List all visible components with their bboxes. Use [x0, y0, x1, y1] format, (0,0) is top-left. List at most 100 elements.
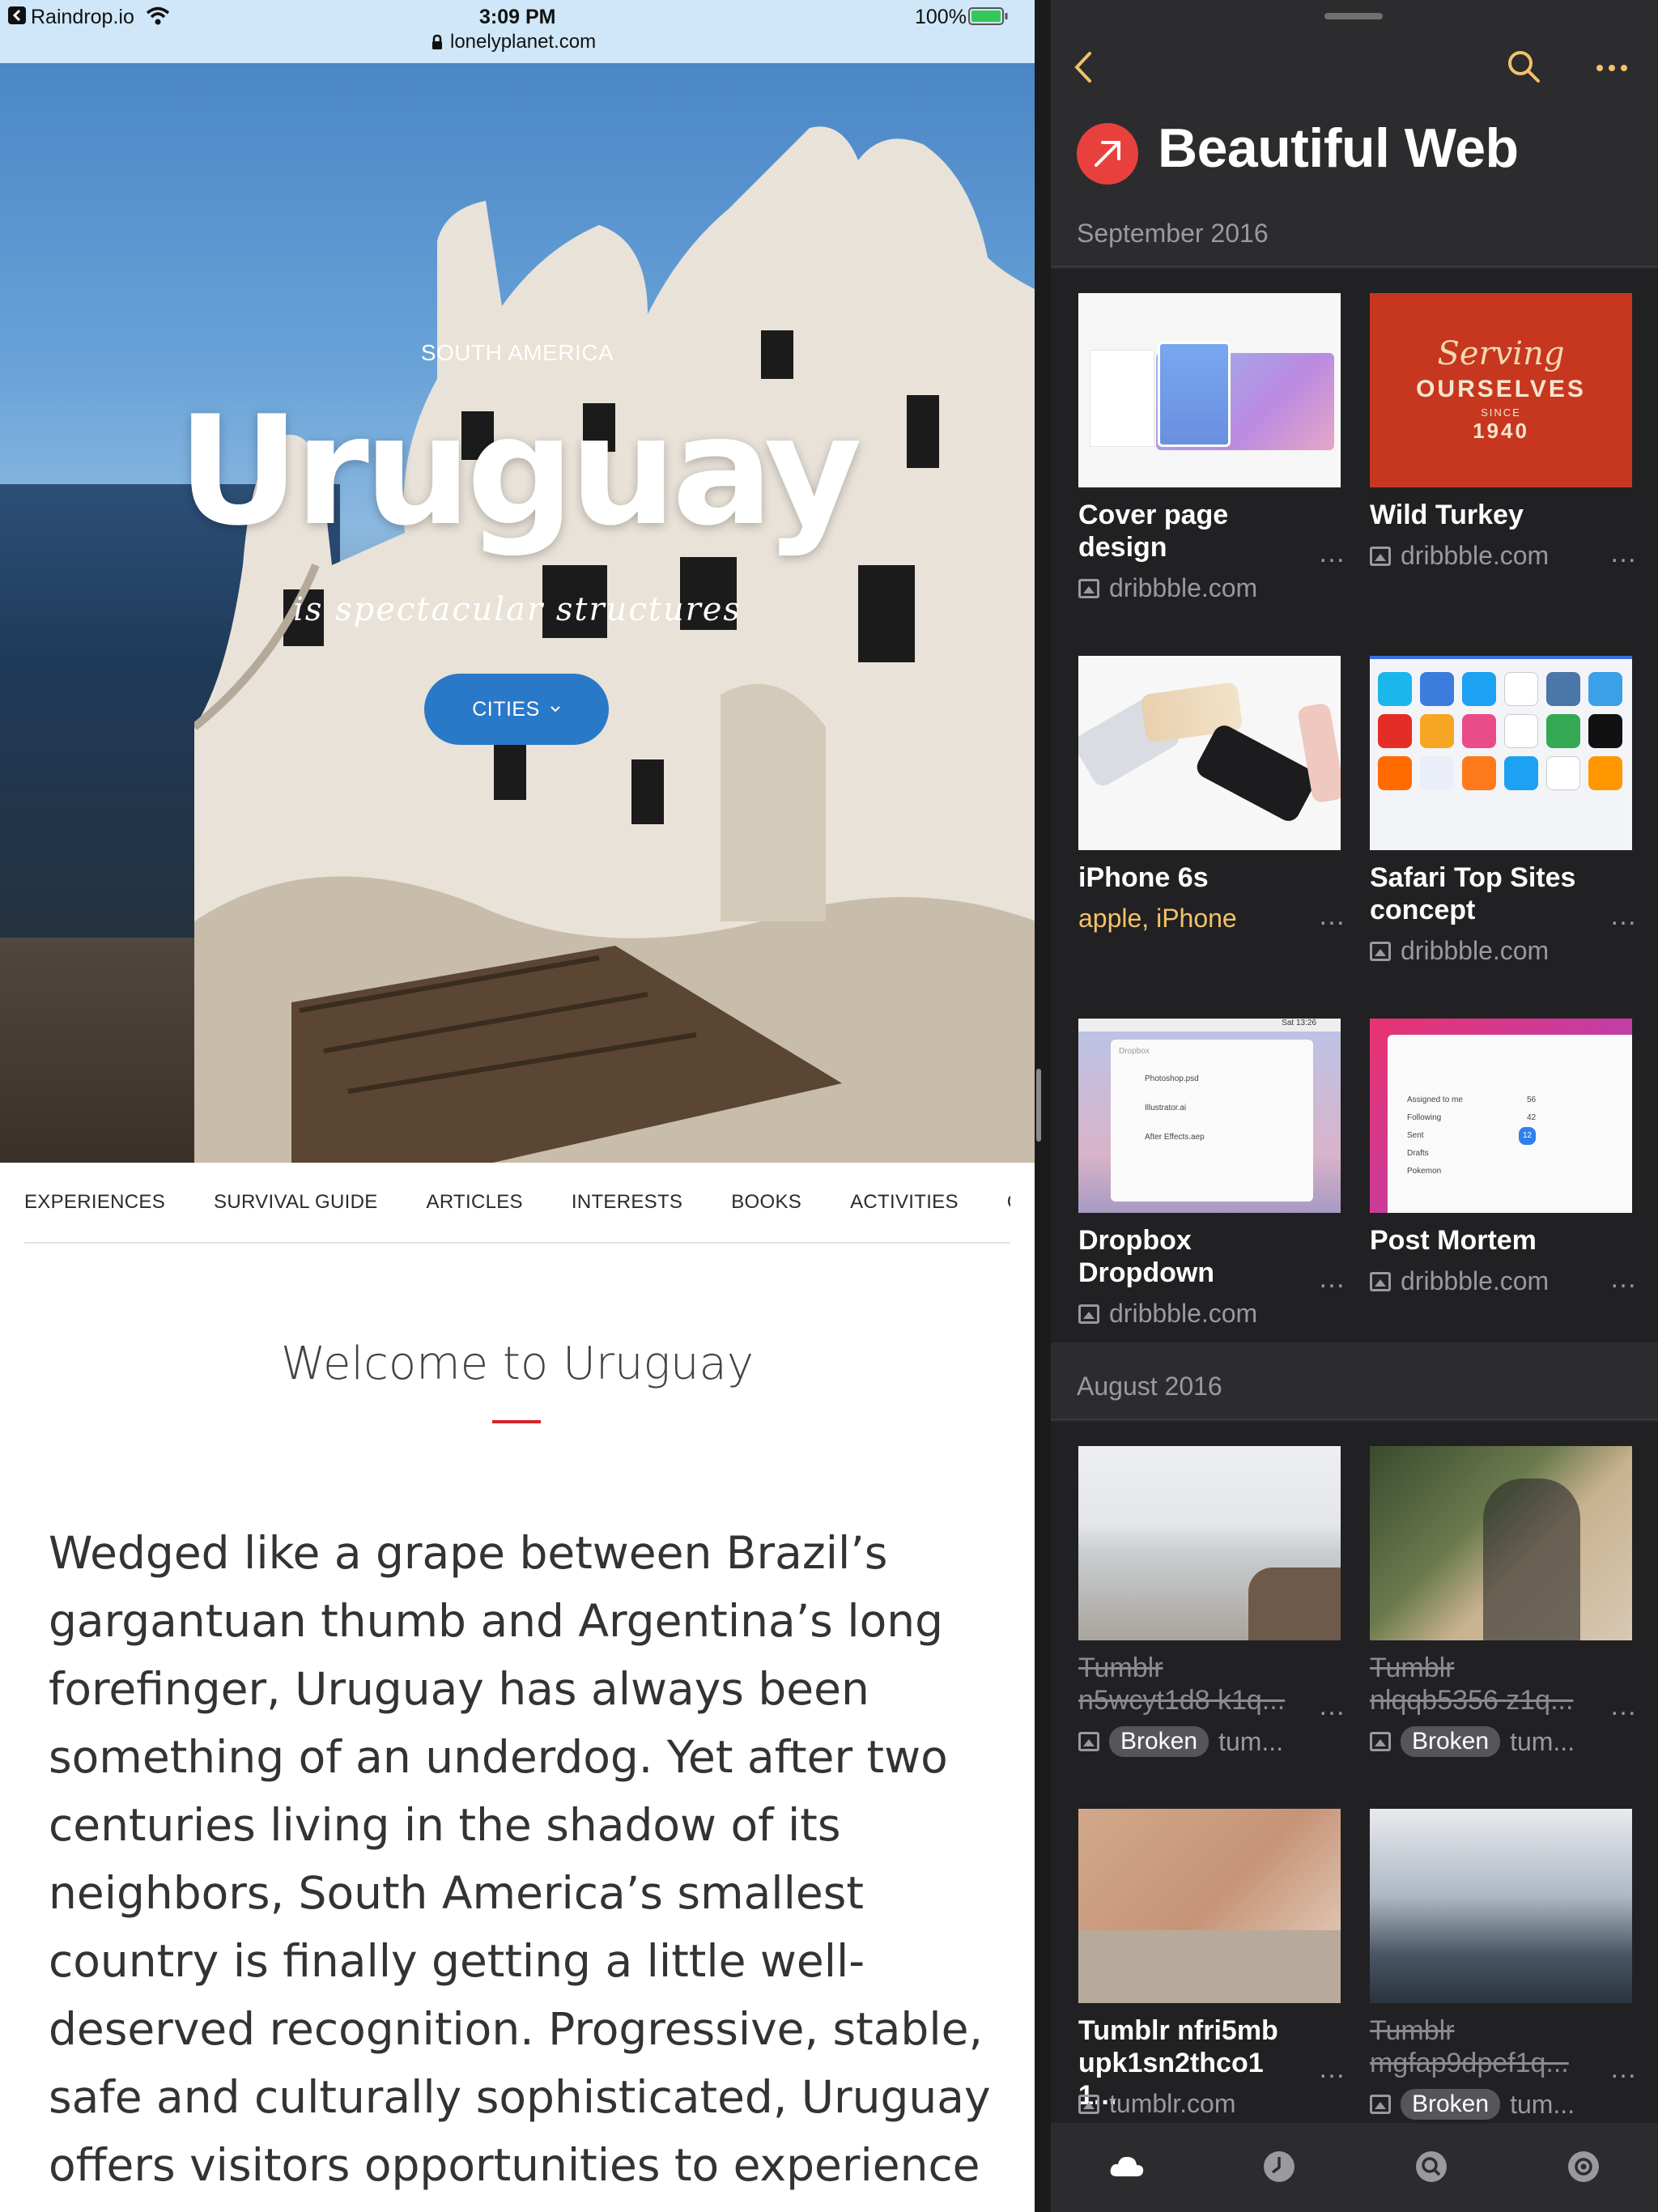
- card-more-button[interactable]: …: [1609, 1691, 1639, 1722]
- card-more-button[interactable]: …: [1318, 2053, 1347, 2085]
- nav-survival-guide[interactable]: SURVIVAL GUIDE: [214, 1191, 377, 1214]
- bookmark-thumbnail: [1078, 1446, 1341, 1640]
- nav-more-truncated[interactable]: CO: [1007, 1191, 1010, 1214]
- split-view-divider-handle[interactable]: [1036, 1069, 1041, 1142]
- domain-label: dribbble.com: [1109, 573, 1258, 602]
- thumb-file-1: Photoshop.psd: [1145, 1074, 1199, 1083]
- hero-title: Uruguay: [177, 383, 862, 559]
- image-type-icon: [1370, 941, 1391, 961]
- bookmark-card[interactable]: Assigned to me Following Sent Drafts Pok…: [1370, 1019, 1637, 1310]
- bookmark-title: Tumblr mgfap9dpef1q...: [1370, 2015, 1569, 2078]
- image-type-icon: [1078, 1304, 1099, 1324]
- card-more-button[interactable]: …: [1318, 1691, 1347, 1722]
- bookmark-thumbnail: [1078, 293, 1341, 487]
- heading-underline: [492, 1420, 541, 1423]
- card-more-button[interactable]: …: [1318, 900, 1347, 932]
- bookmark-title: Tumblr n5wcyt1d8 k1q...: [1078, 1653, 1286, 1716]
- search-icon[interactable]: [1412, 2147, 1451, 2186]
- hero-building-photo: [194, 126, 1035, 1163]
- back-to-app-icon[interactable]: [8, 6, 26, 24]
- hero-subtitle: is spectacular structures: [293, 591, 742, 628]
- image-type-icon: [1370, 1271, 1391, 1291]
- broken-badge: Broken: [1401, 2089, 1501, 2120]
- hero-kicker: SOUTH AMERICA: [420, 340, 614, 365]
- chevron-down-icon: [551, 706, 560, 713]
- section-nav: EXPERIENCES SURVIVAL GUIDE ARTICLES INTE…: [24, 1163, 1010, 1244]
- tab-bar: [1051, 2123, 1658, 2212]
- cloud-icon[interactable]: [1107, 2147, 1146, 2186]
- bookmark-thumbnail: [1370, 1809, 1632, 2003]
- bookmark-card[interactable]: Tumblr nlqqb5356 z1q... Broken tum... …: [1370, 1446, 1637, 1757]
- nav-interests[interactable]: INTERESTS: [572, 1191, 682, 1214]
- card-more-button[interactable]: …: [1609, 2053, 1639, 2085]
- safari-pane: Raindrop.io 3:09 PM lonelyplanet.com 100…: [0, 0, 1035, 2212]
- section-label: August 2016: [1077, 1372, 1222, 1401]
- bookmark-title: Safari Top Sites concept: [1370, 862, 1576, 925]
- nav-activities[interactable]: ACTIVITIES: [850, 1191, 959, 1214]
- settings-icon[interactable]: [1564, 2147, 1603, 2186]
- bookmark-domain: tumblr.com: [1078, 2089, 1235, 2119]
- image-type-icon: [1078, 2094, 1099, 2114]
- battery-icon: [968, 7, 1008, 25]
- collection-title: Beautiful Web: [1158, 117, 1519, 179]
- url-label[interactable]: lonelyplanet.com: [450, 31, 596, 53]
- bookmark-domain: dribbble.com: [1370, 541, 1549, 571]
- clock-icon[interactable]: [1260, 2147, 1299, 2186]
- thumb-panel-title: Dropbox: [1119, 1047, 1150, 1056]
- raindrop-pane: Beautiful Web September 2016 Cover page …: [1051, 0, 1658, 2212]
- nav-articles[interactable]: ARTICLES: [427, 1191, 523, 1214]
- wifi-icon: [146, 6, 170, 25]
- clock-time: 3:09 PM: [479, 6, 556, 28]
- bookmark-thumbnail: [1078, 656, 1341, 850]
- bookmark-thumbnail: [1370, 1446, 1632, 1640]
- bookmark-tags: apple, iPhone: [1078, 904, 1237, 933]
- bookmark-card[interactable]: Safari Top Sites concept dribbble.com …: [1370, 656, 1637, 980]
- image-type-icon: [1370, 546, 1391, 566]
- domain-label: dribbble.com: [1401, 936, 1550, 965]
- thumb-count-2: 42: [1527, 1113, 1537, 1122]
- more-options-icon[interactable]: [1595, 52, 1629, 84]
- bookmark-domain: Broken tum...: [1370, 1726, 1575, 1757]
- search-icon[interactable]: [1506, 49, 1541, 84]
- bookmark-title: Wild Turkey: [1370, 500, 1524, 530]
- nav-books[interactable]: BOOKS: [731, 1191, 801, 1214]
- image-type-icon: [1078, 578, 1099, 598]
- bookmark-card[interactable]: Tumblr nfri5mb upk1sn2thco1 1... tumblr.…: [1078, 1809, 1346, 2119]
- bookmark-card[interactable]: Cover page design dribbble.com …: [1078, 293, 1346, 617]
- bookmark-thumbnail: Sat 13:26 Dropbox Photoshop.psd Illustra…: [1078, 1019, 1341, 1213]
- card-more-button[interactable]: …: [1609, 538, 1639, 569]
- domain-label: dribbble.com: [1401, 541, 1550, 570]
- bookmark-title: Cover page design: [1078, 500, 1229, 563]
- bookmark-card[interactable]: Tumblr n5wcyt1d8 k1q... Broken tum... …: [1078, 1446, 1346, 1757]
- thumb-count-3: 12: [1519, 1127, 1537, 1145]
- section-header-september: September 2016: [1051, 202, 1658, 267]
- image-type-icon: [1078, 1732, 1099, 1751]
- article-body: Wedged like a grape between Brazil’s gar…: [49, 1527, 991, 2212]
- back-icon[interactable]: [1069, 49, 1098, 86]
- domain-label: tum...: [1218, 1726, 1284, 1756]
- card-more-button[interactable]: …: [1318, 538, 1347, 569]
- nav-experiences[interactable]: EXPERIENCES: [24, 1191, 165, 1214]
- bookmark-card[interactable]: Tumblr mgfap9dpef1q... Broken tum... …: [1370, 1809, 1637, 2120]
- card-more-button[interactable]: …: [1609, 1263, 1639, 1295]
- bookmark-thumbnail: [1078, 1809, 1341, 2003]
- article-heading: Welcome to Uruguay: [280, 1338, 755, 1390]
- bookmark-card[interactable]: Sat 13:26 Dropbox Photoshop.psd Illustra…: [1078, 1019, 1346, 1342]
- bookmark-title: Dropbox Dropdown: [1078, 1225, 1215, 1288]
- section-label: September 2016: [1077, 219, 1269, 248]
- slide-over-grabber[interactable]: [1324, 13, 1383, 19]
- bookmark-domain: dribbble.com: [1078, 1299, 1257, 1329]
- card-more-button[interactable]: …: [1318, 1263, 1347, 1295]
- bookmark-thumbnail: Assigned to me Following Sent Drafts Pok…: [1370, 1019, 1632, 1213]
- bookmark-card[interactable]: Serving OURSELVES SINCE 1940 Wild Turkey…: [1370, 293, 1637, 585]
- cities-button-label: CITIES: [472, 697, 540, 721]
- image-type-icon: [1370, 1732, 1391, 1751]
- thumb-script-text: Serving: [1437, 335, 1565, 372]
- card-more-button[interactable]: …: [1609, 900, 1639, 932]
- bookmark-card[interactable]: iPhone 6s apple, iPhone …: [1078, 656, 1346, 947]
- back-app-label[interactable]: Raindrop.io: [31, 6, 134, 29]
- cities-dropdown-button[interactable]: CITIES: [424, 674, 609, 745]
- thumb-menubar-time: Sat 13:26: [1078, 1019, 1341, 1032]
- bookmark-title: Tumblr nlqqb5356 z1q...: [1370, 1653, 1574, 1716]
- thumb-count-1: 56: [1527, 1095, 1537, 1104]
